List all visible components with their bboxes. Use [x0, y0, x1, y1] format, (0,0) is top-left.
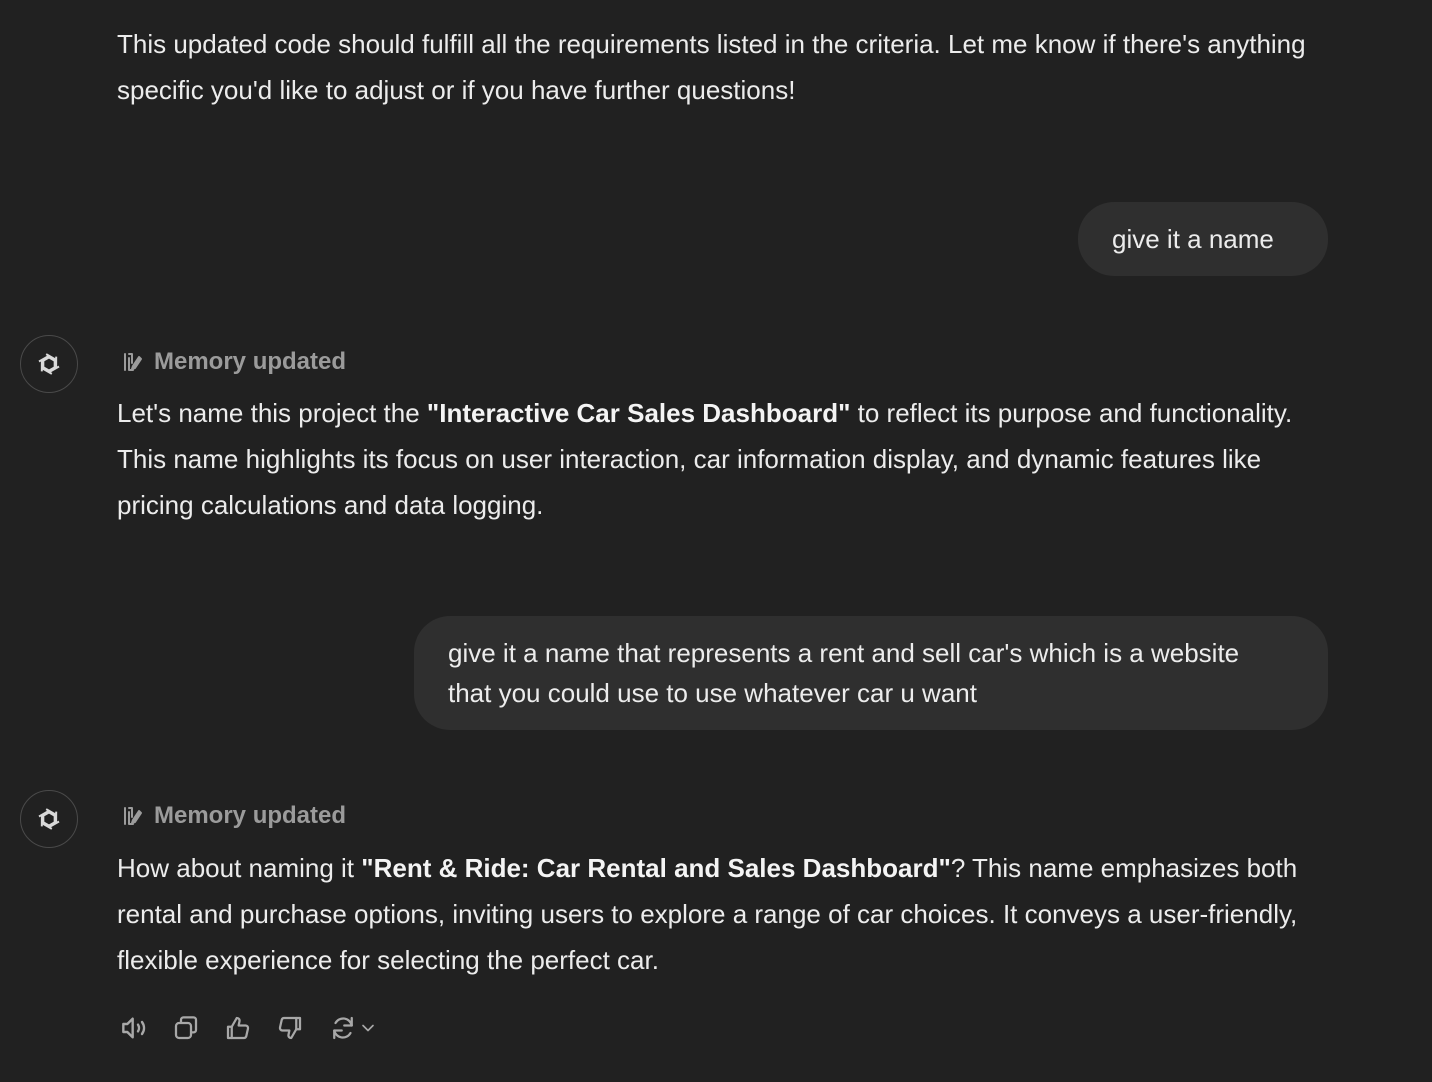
assistant-message-text: How about naming it "Rent & Ride: Car Re…	[117, 853, 1298, 975]
user-message-text: give it a name	[1112, 224, 1274, 254]
chat-transcript: This updated code should fulfill all the…	[0, 0, 1432, 1082]
memory-updated-label: Memory updated	[154, 348, 347, 375]
memory-updated-indicator[interactable]: Memory updated	[120, 342, 346, 382]
thumbs-up-icon	[226, 1016, 250, 1040]
openai-logo-icon	[38, 808, 60, 830]
message-actions	[117, 1010, 381, 1046]
memory-updated-indicator[interactable]: Memory updated	[120, 796, 346, 836]
user-message-bubble: give it a name	[1078, 202, 1328, 276]
assistant-message-text: This updated code should fulfill all the…	[117, 29, 1306, 105]
assistant-message-text: Let's name this project the "Interactive…	[117, 398, 1293, 520]
memory-icon	[124, 807, 142, 825]
read-aloud-button[interactable]	[117, 1010, 151, 1046]
read-aloud-icon	[122, 1017, 146, 1039]
copy-icon	[174, 1016, 198, 1040]
regenerate-button[interactable]	[325, 1010, 381, 1046]
suggested-name: "Interactive Car Sales Dashboard"	[426, 398, 851, 428]
chevron-down-icon	[362, 1024, 374, 1032]
assistant-avatar	[20, 790, 78, 848]
copy-button[interactable]	[169, 1010, 203, 1046]
bad-response-button[interactable]	[273, 1010, 307, 1046]
regenerate-icon	[333, 1016, 353, 1040]
memory-icon	[124, 353, 142, 371]
user-message-bubble: give it a name that represents a rent an…	[414, 616, 1328, 730]
thumbs-down-icon	[278, 1016, 302, 1040]
memory-updated-label: Memory updated	[154, 802, 347, 829]
openai-logo-icon	[38, 353, 60, 375]
assistant-avatar	[20, 335, 78, 393]
good-response-button[interactable]	[221, 1010, 255, 1046]
suggested-name: "Rent & Ride: Car Rental and Sales Dashb…	[361, 853, 951, 883]
user-message-text: give it a name that represents a rent an…	[448, 638, 1240, 708]
